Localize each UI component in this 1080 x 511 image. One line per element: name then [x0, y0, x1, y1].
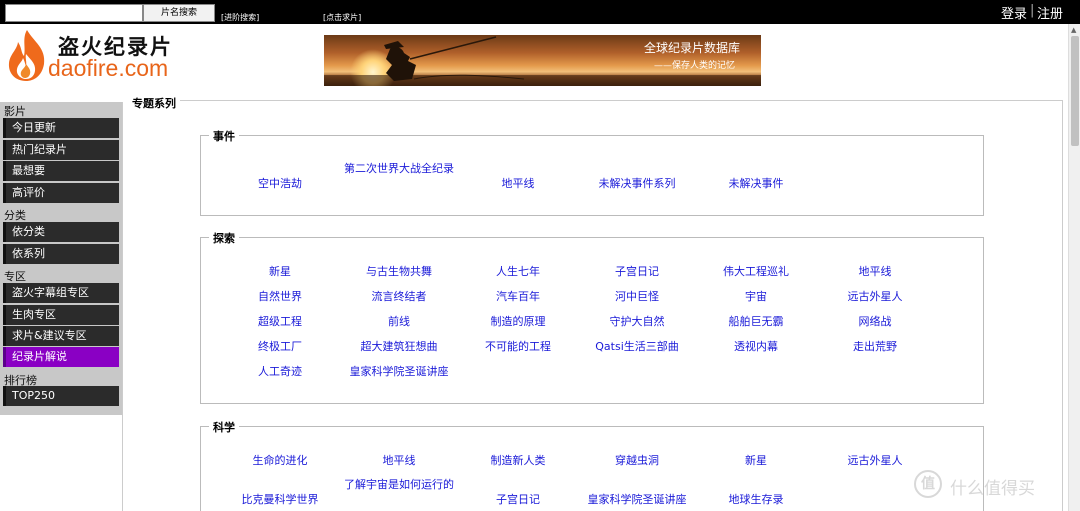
- search-button[interactable]: 片名搜索: [143, 4, 215, 22]
- watermark-text: 什么值得买: [950, 479, 1035, 499]
- topic-link[interactable]: 不可能的工程: [463, 340, 573, 354]
- logo-domain[interactable]: daofire.com: [48, 55, 168, 82]
- header-banner: 全球纪录片数据库 ——保存人类的记忆: [324, 35, 761, 86]
- group-label: 探索: [209, 230, 239, 246]
- sidebar-item-popular[interactable]: 热门纪录片: [3, 140, 119, 160]
- topic-link[interactable]: 远古外星人: [820, 290, 930, 304]
- topic-link[interactable]: 守护大自然: [582, 315, 692, 329]
- topic-link[interactable]: Qatsi生活三部曲: [582, 340, 692, 354]
- scroll-thumb[interactable]: [1071, 36, 1079, 146]
- topic-link[interactable]: 地球生存录: [701, 493, 811, 507]
- topic-link[interactable]: 人工奇迹: [225, 365, 335, 379]
- sidebar-item-subtitle-group[interactable]: 盗火字幕组专区: [3, 283, 119, 303]
- topic-link[interactable]: 新星: [225, 265, 335, 279]
- scroll-up-arrow-icon[interactable]: ▲: [1071, 26, 1076, 34]
- sidebar-item-by-category[interactable]: 依分类: [3, 222, 119, 242]
- banner-subtitle: ——保存人类的记忆: [654, 61, 736, 71]
- sidebar-item-most-wanted[interactable]: 最想要: [3, 161, 119, 181]
- group-science: 科学 生命的进化 地平线 制造新人类 穿越虫洞 新星 远古外星人 比克曼科学世界…: [200, 419, 984, 511]
- sidebar-section-zones: 专区: [4, 270, 26, 283]
- sidebar-item-top250[interactable]: TOP250: [3, 386, 119, 406]
- topic-link[interactable]: 人生七年: [463, 265, 573, 279]
- topic-link[interactable]: 流言终结者: [344, 290, 454, 304]
- register-link[interactable]: 注册: [1037, 3, 1063, 22]
- topic-link[interactable]: 伟大工程巡礼: [701, 265, 811, 279]
- topic-link[interactable]: 远古外星人: [820, 454, 930, 468]
- topic-link[interactable]: 制造的原理: [463, 315, 573, 329]
- topic-link[interactable]: 比克曼科学世界: [225, 493, 335, 507]
- topic-link[interactable]: 子宫日记: [582, 265, 692, 279]
- login-separator: |: [1030, 3, 1035, 18]
- page-title: 专题系列: [132, 95, 180, 111]
- topic-link[interactable]: 未解决事件: [701, 177, 811, 191]
- topic-link[interactable]: 透视内幕: [701, 340, 811, 354]
- topic-link[interactable]: 宇宙: [701, 290, 811, 304]
- topic-link[interactable]: 地平线: [463, 177, 573, 191]
- advanced-search-link[interactable]: [进阶搜索]: [221, 12, 259, 23]
- topic-link[interactable]: 前线: [344, 315, 454, 329]
- page-scrollbar[interactable]: ▲: [1068, 24, 1080, 511]
- group-label: 事件: [209, 128, 239, 144]
- topic-link[interactable]: 地平线: [344, 454, 454, 468]
- topic-link[interactable]: 地平线: [820, 265, 930, 279]
- topic-link[interactable]: 超级工程: [225, 315, 335, 329]
- sidebar-divider: [122, 102, 123, 511]
- sidebar-item-top-rated[interactable]: 高评价: [3, 183, 119, 203]
- banner-title: 全球纪录片数据库: [644, 41, 741, 55]
- topic-link[interactable]: 河中巨怪: [582, 290, 692, 304]
- request-film-link[interactable]: [点击求片]: [323, 12, 361, 23]
- sidebar-section-categories: 分类: [4, 209, 26, 222]
- sidebar-item-raw-zone[interactable]: 生肉专区: [3, 305, 119, 325]
- topic-link[interactable]: 空中浩劫: [225, 177, 335, 191]
- sidebar-item-by-series[interactable]: 依系列: [3, 244, 119, 264]
- top-bar: 片名搜索 [进阶搜索] [点击求片] 登录 | 注册: [0, 0, 1080, 24]
- sidebar: 影片 今日更新 热门纪录片 最想要 高评价 分类 依分类 依系列 专区 盗火字幕…: [0, 102, 122, 415]
- topic-link[interactable]: 穿越虫洞: [582, 454, 692, 468]
- topic-link[interactable]: 船舶巨无霸: [701, 315, 811, 329]
- sidebar-item-commentary[interactable]: 纪录片解说: [3, 347, 119, 367]
- sidebar-section-films: 影片: [4, 105, 26, 118]
- group-label: 科学: [209, 419, 239, 435]
- watermark-logo-icon: 值: [914, 470, 942, 498]
- topic-link[interactable]: 新星: [701, 454, 811, 468]
- topic-link[interactable]: 超大建筑狂想曲: [344, 340, 454, 354]
- topic-link[interactable]: 了解宇宙是如何运行的: [344, 478, 454, 492]
- topic-link[interactable]: 与古生物共舞: [344, 265, 454, 279]
- topic-link[interactable]: 制造新人类: [463, 454, 573, 468]
- topic-link[interactable]: 终极工厂: [225, 340, 335, 354]
- topic-link[interactable]: 子宫日记: [463, 493, 573, 507]
- topic-link[interactable]: 网络战: [820, 315, 930, 329]
- flame-logo-icon[interactable]: [4, 28, 50, 82]
- topic-link[interactable]: 生命的进化: [225, 454, 335, 468]
- topic-link[interactable]: 皇家科学院圣诞讲座: [344, 365, 454, 379]
- search-input[interactable]: [5, 4, 143, 22]
- sidebar-item-requests[interactable]: 求片&建议专区: [3, 326, 119, 346]
- sidebar-item-today-updates[interactable]: 今日更新: [3, 118, 119, 138]
- topic-link[interactable]: 未解决事件系列: [582, 177, 692, 191]
- group-explore: 探索 新星 与古生物共舞 人生七年 子宫日记 伟大工程巡礼 地平线 自然世界 流…: [200, 230, 984, 404]
- login-link[interactable]: 登录: [1001, 3, 1027, 22]
- topic-link[interactable]: 皇家科学院圣诞讲座: [582, 493, 692, 507]
- topic-link[interactable]: 汽车百年: [463, 290, 573, 304]
- topic-link[interactable]: 走出荒野: [820, 340, 930, 354]
- topic-link[interactable]: 第二次世界大战全纪录: [344, 162, 454, 176]
- group-events: 事件 空中浩劫 第二次世界大战全纪录 地平线 未解决事件系列 未解决事件: [200, 128, 984, 216]
- topic-link[interactable]: 自然世界: [225, 290, 335, 304]
